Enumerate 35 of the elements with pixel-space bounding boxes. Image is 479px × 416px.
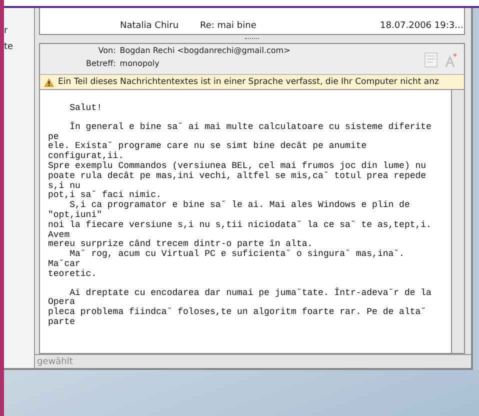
subject-label: Betreff: xyxy=(85,59,116,68)
message-text-line: Ma˘ rog, acum cu Virtual PC e suficienta˘ o singura˘ mas,ina˘. xyxy=(68,250,406,260)
message-text-line: noi la fiecare versiune s,i nu s,tii niciodata˘ la ce sa˘ te as,tept,i. xyxy=(48,220,432,231)
message-text-line: Ma˘car xyxy=(48,260,82,270)
message-text-line: s,i nu xyxy=(48,182,81,191)
message-text-line: mereu surprize când trecem dintr-o parte în alta. xyxy=(48,240,314,250)
message-text-line: pot,i sa˘ faci nimic. xyxy=(48,191,162,200)
message-text-line: pleca problema fiindca˘ foloses,te un algoritm foarte rar. Pe de alta˘ xyxy=(48,308,428,318)
sidebar-item[interactable]: r xyxy=(4,26,34,36)
message-text-line: pe xyxy=(48,132,59,142)
font-size-icon[interactable] xyxy=(444,52,458,68)
sender-cell[interactable]: Natalia Chiru xyxy=(120,20,200,30)
message-text-line: Opera xyxy=(48,298,76,308)
date-cell[interactable]: 18.07.2006 19:3... xyxy=(380,20,464,30)
message-text-line: teoretic. xyxy=(48,270,98,280)
message-text-line: Ai dreptate cu encodarea dar numai pe juma˘tate. Într-adeva˘r de la xyxy=(68,288,432,298)
message-text-line: ele. Exista˘ programe care nu se simt bine decât pe anumite xyxy=(48,142,368,152)
message-text-line: configurat,ii. xyxy=(48,152,125,162)
from-label: Von: xyxy=(97,46,116,55)
message-text-line: S,i ca programator e bine sa˘ le ai. Mai ales Windows e plin de xyxy=(68,201,411,210)
message-text-line: poate rula decât pe mas,ini vechi, altfel se mis,ca˘ totul prea repede xyxy=(48,172,428,181)
warning-text: Ein Teil dieses Nachrichtentextes ist in einer Sprache verfasst, die Ihr Computer nicht anz xyxy=(58,77,439,87)
message-text-line: Avem xyxy=(48,230,71,240)
subject-cell[interactable]: Re: mai bine xyxy=(200,20,380,30)
message-text-line: "opt,iuni" xyxy=(48,210,104,220)
warning-icon xyxy=(44,78,54,86)
sidebar-item[interactable]: te xyxy=(4,42,34,52)
message-text-line: Salut! xyxy=(68,104,104,114)
message-text-line: parte xyxy=(48,318,76,328)
from-value: Bogdan Rechi <bogdanrechi@gmail.com> xyxy=(120,46,292,55)
status-text: gewählt xyxy=(37,356,73,366)
message-text-line: Spre exemplu Commandos (versiunea BEL, cel mai frumos joc din lume) nu xyxy=(48,162,428,172)
subject-value: monopoly xyxy=(120,59,160,68)
document-icon[interactable] xyxy=(424,52,438,68)
message-text-line: În general e bine sa˘ ai mai multe calculatoare cu sisteme diferite xyxy=(68,122,432,133)
